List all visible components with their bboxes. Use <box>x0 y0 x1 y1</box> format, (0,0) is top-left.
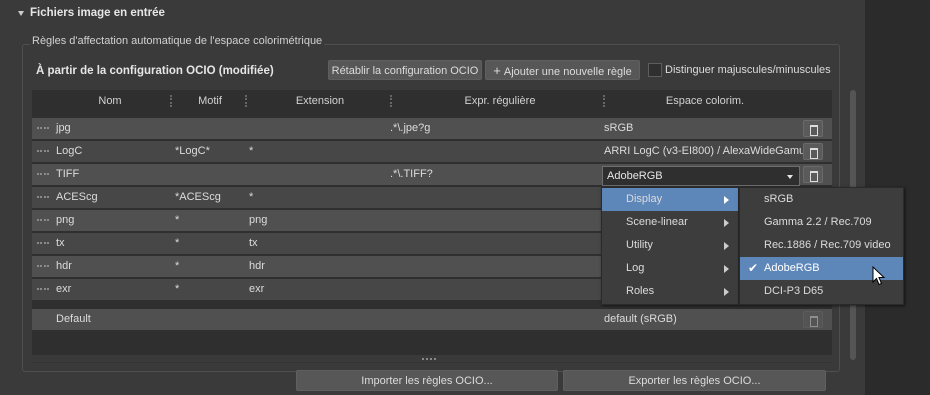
delete-rule-button <box>803 311 823 328</box>
rule-extension: * <box>249 191 254 203</box>
rule-colorspace[interactable]: sRGB <box>604 122 633 134</box>
menu-item-display[interactable]: Display <box>602 188 738 211</box>
submenu-item-label: DCI-P3 D65 <box>764 285 824 297</box>
section-title: Fichiers image en entrée <box>30 7 165 19</box>
trash-icon <box>810 316 818 327</box>
rule-extension: exr <box>249 283 265 295</box>
submenu-arrow-icon <box>724 288 729 296</box>
export-rules-button[interactable]: Exporter les règles OCIO... <box>563 370 826 391</box>
drag-handle-icon[interactable] <box>37 265 49 270</box>
column-separator[interactable] <box>390 95 392 107</box>
drag-handle-icon[interactable] <box>37 150 49 155</box>
config-title: À partir de la configuration OCIO (modif… <box>36 65 274 77</box>
rule-extension: png <box>249 214 268 226</box>
colorspace-dropdown[interactable]: AdobeRGB <box>602 166 800 186</box>
rule-regex: .*\.jpe?g <box>390 122 431 134</box>
mouse-cursor-icon <box>872 266 886 286</box>
submenu-item-srgb[interactable]: sRGB <box>740 188 903 211</box>
column-header-pattern[interactable]: Motif <box>180 90 240 112</box>
submenu-item-label: sRGB <box>764 193 794 205</box>
rule-name: LogC <box>56 145 83 157</box>
menu-item-label: Utility <box>626 239 653 251</box>
rule-pattern: *ACEScg <box>175 191 221 203</box>
add-rule-button[interactable]: + Ajouter une nouvelle règle <box>485 60 640 80</box>
drag-handle-icon[interactable] <box>37 288 49 293</box>
rule-name: jpg <box>56 122 71 134</box>
group-label: Règles d'affectation automatique de l'es… <box>30 35 325 47</box>
rule-extension: * <box>249 145 254 157</box>
menu-item-label: Display <box>626 193 663 205</box>
rule-name: ACEScg <box>56 191 98 203</box>
rule-pattern: * <box>175 237 180 249</box>
submenu-item-label: Gamma 2.2 / Rec.709 <box>764 216 872 228</box>
menu-item-scene-linear[interactable]: Scene-linear <box>602 211 738 234</box>
submenu-item-rec1886[interactable]: Rec.1886 / Rec.709 video <box>740 234 903 257</box>
trash-icon <box>810 148 818 159</box>
splitter-grip-icon[interactable] <box>422 358 436 363</box>
rule-colorspace[interactable]: ARRI LogC (v3-EI800) / AlexaWideGamu <box>604 145 805 157</box>
rule-pattern: * <box>175 283 180 295</box>
rule-regex: .*\.TIFF? <box>390 168 433 180</box>
add-rule-label: Ajouter une nouvelle règle <box>503 66 632 78</box>
reset-ocio-button[interactable]: Rétablir la configuration OCIO <box>328 60 482 80</box>
rule-extension: hdr <box>249 260 265 272</box>
colorspace-category-menu: Display Scene-linear Utility Log Roles <box>601 187 739 305</box>
table-row[interactable]: jpg .*\.jpe?g sRGB <box>32 118 832 139</box>
delete-rule-button[interactable] <box>803 143 823 160</box>
trash-icon <box>810 171 818 182</box>
column-header-name[interactable]: Nom <box>80 90 140 112</box>
trash-icon <box>810 125 818 136</box>
drag-handle-icon[interactable] <box>37 127 49 132</box>
rule-name: TIFF <box>56 168 80 180</box>
case-sensitive-label: Distinguer majuscules/minuscules <box>665 64 831 76</box>
collapse-triangle-icon[interactable] <box>18 11 24 16</box>
menu-item-label: Roles <box>626 285 655 297</box>
section-header[interactable]: Fichiers image en entrée <box>8 4 846 24</box>
import-rules-button[interactable]: Importer les règles OCIO... <box>296 370 558 391</box>
column-separator[interactable] <box>170 95 172 107</box>
menu-item-log[interactable]: Log <box>602 257 738 280</box>
delete-rule-button[interactable] <box>803 120 823 137</box>
rule-extension: tx <box>249 237 258 249</box>
submenu-arrow-icon <box>724 242 729 250</box>
menu-item-utility[interactable]: Utility <box>602 234 738 257</box>
plus-icon: + <box>493 63 501 78</box>
submenu-item-label: Rec.1886 / Rec.709 video <box>764 239 891 251</box>
checkmark-icon: ✔ <box>748 261 759 275</box>
table-row[interactable]: LogC *LogC* * ARRI LogC (v3-EI800) / Ale… <box>32 141 832 162</box>
rule-name: exr <box>56 283 72 295</box>
column-separator[interactable] <box>245 95 247 107</box>
table-row-default[interactable]: Default default (sRGB) <box>32 309 832 330</box>
menu-item-label: Log <box>626 262 645 274</box>
drag-handle-icon[interactable] <box>37 196 49 201</box>
submenu-item-label: AdobeRGB <box>764 262 820 274</box>
rule-name: png <box>56 214 75 226</box>
column-header-colorspace[interactable]: Espace colorim. <box>640 90 770 112</box>
submenu-arrow-icon <box>724 196 729 204</box>
rule-pattern: *LogC* <box>175 145 210 157</box>
column-header-extension[interactable]: Extension <box>270 90 370 112</box>
column-header-regex[interactable]: Expr. régulière <box>430 90 570 112</box>
delete-rule-button[interactable] <box>803 166 823 183</box>
submenu-item-gamma22[interactable]: Gamma 2.2 / Rec.709 <box>740 211 903 234</box>
rule-colorspace[interactable]: default (sRGB) <box>604 313 677 325</box>
rule-pattern: * <box>175 260 180 272</box>
submenu-arrow-icon <box>724 219 729 227</box>
case-sensitive-checkbox[interactable] <box>648 63 662 77</box>
rule-name: Default <box>56 313 91 325</box>
dropdown-value: AdobeRGB <box>607 170 663 182</box>
menu-item-label: Scene-linear <box>626 216 688 228</box>
submenu-arrow-icon <box>724 265 729 273</box>
rule-name: hdr <box>56 260 72 272</box>
rule-pattern: * <box>175 214 180 226</box>
menu-item-roles[interactable]: Roles <box>602 280 738 303</box>
chevron-down-icon <box>787 175 793 179</box>
rule-name: tx <box>56 237 65 249</box>
drag-handle-icon[interactable] <box>37 173 49 178</box>
column-separator[interactable] <box>603 95 605 107</box>
drag-handle-icon[interactable] <box>37 219 49 224</box>
drag-handle-icon[interactable] <box>37 242 49 247</box>
